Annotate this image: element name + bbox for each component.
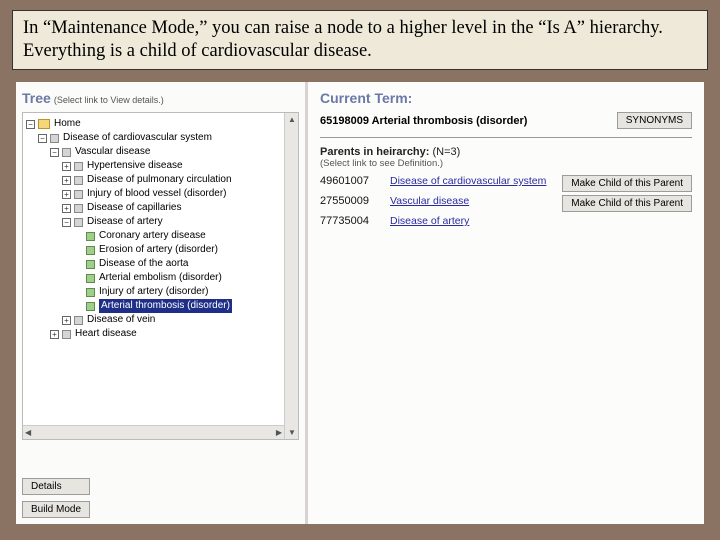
expand-icon[interactable]: + bbox=[62, 316, 71, 325]
parent-link[interactable]: Disease of cardiovascular system bbox=[390, 175, 560, 187]
node-icon bbox=[74, 190, 83, 199]
tree-node[interactable]: +Injury of blood vessel (disorder) bbox=[26, 187, 295, 201]
parent-link[interactable]: Disease of artery bbox=[390, 215, 560, 227]
parent-row: 27550009 Vascular disease Make Child of … bbox=[320, 195, 692, 212]
build-mode-button[interactable]: Build Mode bbox=[22, 501, 90, 518]
tree-node-selected[interactable]: Arterial thrombosis (disorder) bbox=[26, 299, 295, 313]
expand-icon[interactable]: + bbox=[62, 190, 71, 199]
parent-id: 49601007 bbox=[320, 175, 390, 187]
parent-id: 77735004 bbox=[320, 215, 390, 227]
details-button[interactable]: Details bbox=[22, 478, 90, 495]
instruction-banner: In “Maintenance Mode,” you can raise a n… bbox=[12, 10, 708, 70]
parent-id: 27550009 bbox=[320, 195, 390, 207]
tree-subtitle: (Select link to View details.) bbox=[54, 95, 164, 105]
leaf-icon bbox=[86, 260, 95, 269]
tree-heading: Tree bbox=[22, 90, 51, 106]
detail-panel: Current Term: 65198009 Arterial thrombos… bbox=[308, 82, 704, 524]
tree-node[interactable]: +Heart disease bbox=[26, 327, 295, 341]
parent-row: 77735004 Disease of artery bbox=[320, 215, 692, 227]
tree-node[interactable]: +Disease of vein bbox=[26, 313, 295, 327]
tree-node[interactable]: Coronary artery disease bbox=[26, 229, 295, 243]
current-term-value: 65198009 Arterial thrombosis (disorder) bbox=[320, 115, 527, 127]
make-child-button[interactable]: Make Child of this Parent bbox=[562, 195, 692, 212]
leaf-icon bbox=[86, 246, 95, 255]
tree-node[interactable]: Erosion of artery (disorder) bbox=[26, 243, 295, 257]
expand-icon[interactable]: + bbox=[62, 204, 71, 213]
parent-row: 49601007 Disease of cardiovascular syste… bbox=[320, 175, 692, 192]
expand-icon[interactable]: + bbox=[50, 330, 59, 339]
tree-node-home[interactable]: −Home bbox=[26, 117, 295, 131]
expand-icon[interactable]: + bbox=[62, 176, 71, 185]
tree-node[interactable]: Disease of the aorta bbox=[26, 257, 295, 271]
node-icon bbox=[74, 204, 83, 213]
expand-icon[interactable]: + bbox=[62, 162, 71, 171]
node-icon bbox=[62, 330, 71, 339]
node-icon bbox=[50, 134, 59, 143]
scrollbar-horizontal[interactable] bbox=[23, 425, 284, 439]
parents-table: 49601007 Disease of cardiovascular syste… bbox=[320, 175, 692, 227]
node-icon bbox=[74, 218, 83, 227]
tree-node[interactable]: −Disease of artery bbox=[26, 215, 295, 229]
tree-node[interactable]: +Disease of pulmonary circulation bbox=[26, 173, 295, 187]
folder-icon bbox=[38, 119, 50, 129]
node-icon bbox=[74, 162, 83, 171]
parents-subtitle: (Select link to see Definition.) bbox=[320, 158, 692, 169]
tree-node[interactable]: +Disease of capillaries bbox=[26, 201, 295, 215]
parents-heading: Parents in heirarchy: (N=3) bbox=[320, 146, 692, 158]
node-icon bbox=[74, 176, 83, 185]
tree-node[interactable]: Arterial embolism (disorder) bbox=[26, 271, 295, 285]
tree-node[interactable]: −Disease of cardiovascular system bbox=[26, 131, 295, 145]
make-child-button[interactable]: Make Child of this Parent bbox=[562, 175, 692, 192]
node-icon bbox=[62, 148, 71, 157]
collapse-icon[interactable]: − bbox=[50, 148, 59, 157]
tree-node[interactable]: Injury of artery (disorder) bbox=[26, 285, 295, 299]
scrollbar-vertical[interactable] bbox=[284, 113, 298, 439]
tree-node[interactable]: +Hypertensive disease bbox=[26, 159, 295, 173]
divider bbox=[320, 137, 692, 138]
synonyms-button[interactable]: SYNONYMS bbox=[617, 112, 692, 129]
tree-panel: Tree (Select link to View details.) −Hom… bbox=[16, 82, 308, 524]
app-window: Tree (Select link to View details.) −Hom… bbox=[16, 82, 704, 524]
collapse-icon[interactable]: − bbox=[38, 134, 47, 143]
tree-node[interactable]: −Vascular disease bbox=[26, 145, 295, 159]
leaf-icon bbox=[86, 232, 95, 241]
leaf-icon bbox=[86, 288, 95, 297]
collapse-icon[interactable]: − bbox=[62, 218, 71, 227]
tree-view[interactable]: −Home −Disease of cardiovascular system … bbox=[22, 112, 299, 440]
parent-link[interactable]: Vascular disease bbox=[390, 195, 560, 207]
collapse-icon[interactable]: − bbox=[26, 120, 35, 129]
node-icon bbox=[74, 316, 83, 325]
current-term-heading: Current Term: bbox=[320, 90, 692, 106]
leaf-icon bbox=[86, 302, 95, 311]
leaf-icon bbox=[86, 274, 95, 283]
